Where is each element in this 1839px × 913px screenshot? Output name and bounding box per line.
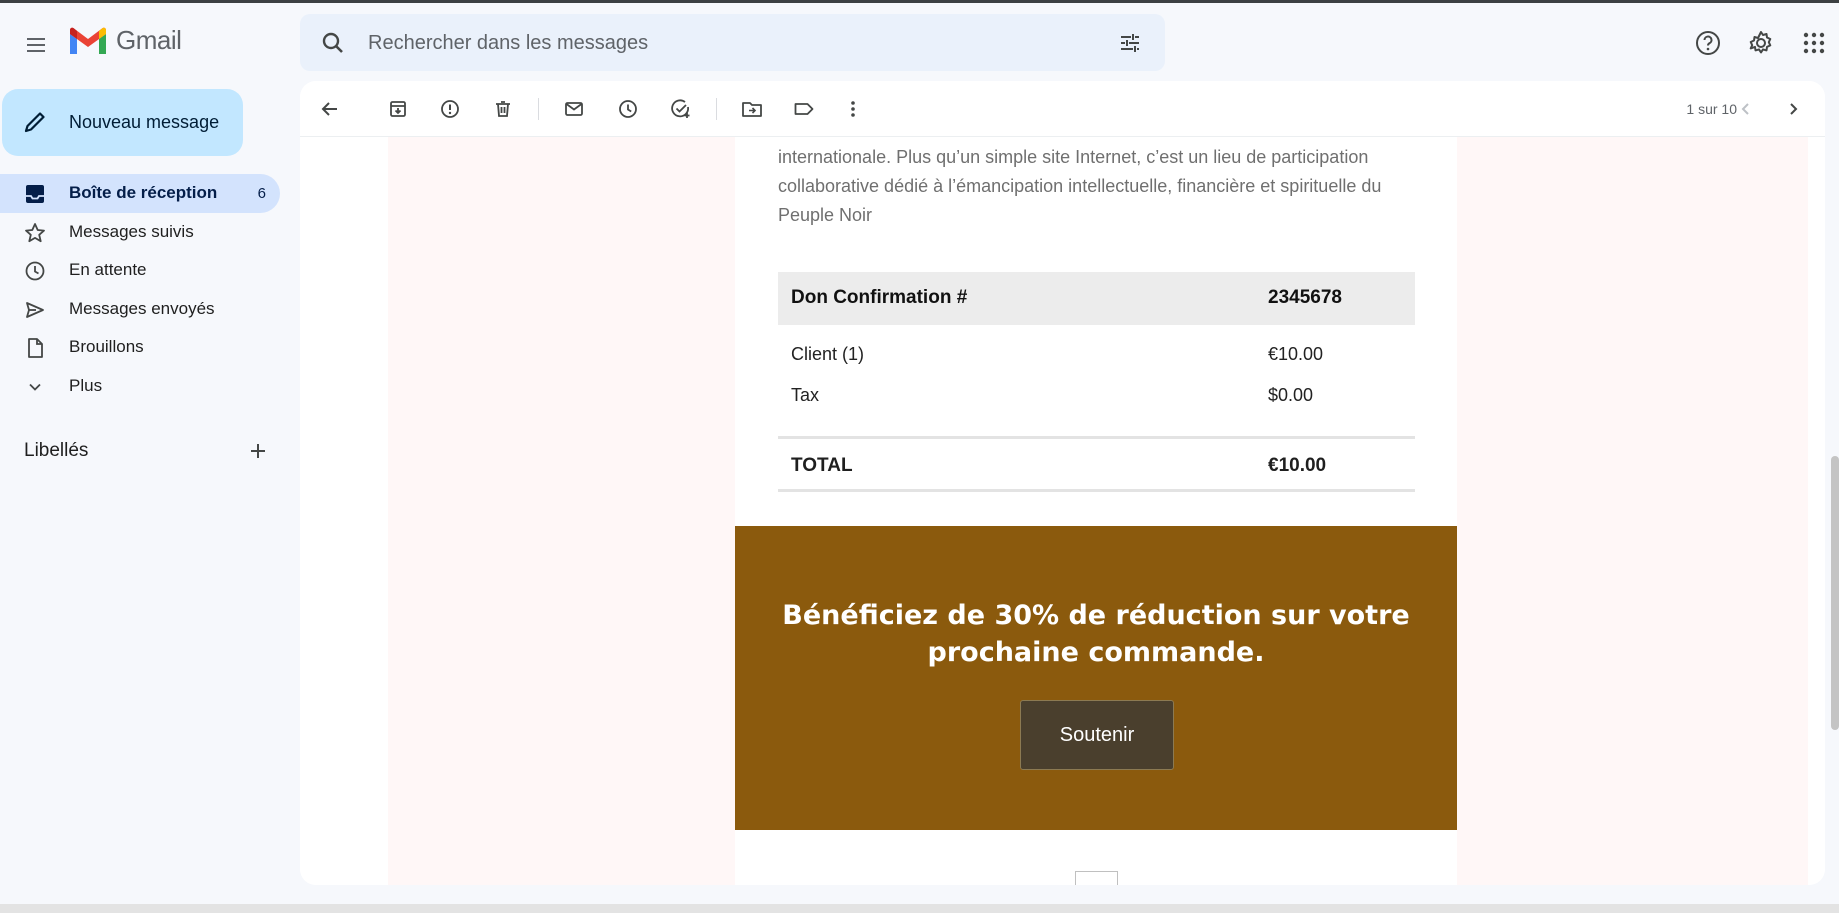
report-spam-icon[interactable] [436, 95, 464, 123]
row-label: Tax [791, 385, 820, 405]
move-to-folder-icon[interactable] [738, 95, 766, 123]
sidebar-item-label: Plus [69, 375, 103, 395]
total-value: €10.00 [1268, 455, 1327, 476]
compose-button[interactable]: Nouveau message [2, 89, 243, 156]
promo-banner: Bénéficiez de 30% de réduction sur votre… [735, 526, 1457, 830]
draft-icon [24, 337, 46, 359]
message-toolbar: 1 sur 10 [300, 81, 1825, 137]
next-chevron-icon[interactable] [1779, 95, 1807, 123]
more-vertical-icon[interactable] [839, 95, 867, 123]
sidebar-item-drafts[interactable]: Brouillons [0, 328, 280, 367]
unread-count-badge: 6 [257, 184, 266, 202]
plus-icon [251, 444, 265, 458]
broken-image-icon [1075, 871, 1118, 885]
previous-chevron-icon[interactable] [1732, 95, 1760, 123]
delete-trash-icon[interactable] [489, 95, 517, 123]
hamburger-icon [27, 38, 45, 52]
search-options-icon[interactable] [1115, 28, 1145, 58]
mark-unread-mail-icon[interactable] [560, 95, 588, 123]
sidebar-item-label: Messages envoyés [69, 298, 215, 318]
search-bar[interactable] [300, 14, 1165, 71]
add-task-icon[interactable] [667, 95, 695, 123]
inbox-icon [24, 183, 46, 205]
intro-paragraph: internationale. Plus qu’un simple site I… [778, 147, 1382, 225]
compose-label: Nouveau message [69, 112, 220, 132]
support-button[interactable]: Soutenir [1020, 700, 1174, 770]
row-label: Client (1) [791, 344, 865, 364]
add-label-button[interactable] [245, 438, 271, 464]
archive-icon[interactable] [384, 95, 412, 123]
pagination-text: 1 sur 10 [1686, 101, 1737, 117]
sidebar-item-label: Boîte de réception [69, 183, 218, 203]
sidebar-item-snoozed[interactable]: En attente [0, 251, 280, 290]
search-input[interactable] [368, 26, 1068, 60]
promo-title: Bénéficiez de 30% de réduction sur votre… [782, 600, 1410, 668]
row-value: $0.00 [1268, 385, 1314, 405]
sidebar-item-more[interactable]: Plus [0, 367, 280, 406]
row-value: €10.00 [1268, 344, 1324, 364]
table-row: Tax $0.00 [778, 375, 1415, 416]
back-arrow-icon[interactable] [316, 95, 344, 123]
gmail-logo[interactable]: Gmail [68, 25, 182, 56]
settings-gear-icon[interactable] [1743, 25, 1779, 61]
label-tag-icon[interactable] [790, 95, 818, 123]
help-icon[interactable] [1690, 25, 1726, 61]
sidebar-item-sent[interactable]: Messages envoyés [0, 290, 280, 329]
sidebar-item-label: En attente [69, 260, 147, 280]
main-menu-button[interactable] [16, 25, 56, 65]
apps-grid-icon[interactable] [1796, 25, 1832, 61]
snooze-clock-icon[interactable] [614, 95, 642, 123]
table-row: Client (1) €10.00 [778, 334, 1415, 375]
labels-heading: Libellés [24, 440, 89, 461]
message-view: 1 sur 10 internationale. Plus qu’un simp… [300, 81, 1825, 885]
app-name: Gmail [116, 25, 182, 55]
table-header: Don Confirmation # 2345678 [778, 272, 1415, 325]
pencil-icon [24, 112, 45, 133]
toolbar-divider [538, 98, 539, 120]
donation-table: Don Confirmation # 2345678 Client (1) €1… [778, 272, 1415, 492]
chevron-down-icon [24, 376, 46, 398]
gmail-m-icon [70, 27, 106, 54]
header-value: 2345678 [1268, 287, 1342, 308]
email-content: internationale. Plus qu’un simple site I… [735, 137, 1457, 885]
send-icon [24, 299, 46, 321]
scrollbar-thumb[interactable] [1831, 456, 1839, 730]
header: Gmail [0, 3, 1839, 79]
sidebar-item-label: Messages suivis [69, 221, 194, 241]
table-total-row: TOTAL €10.00 [778, 436, 1415, 492]
total-label: TOTAL [791, 455, 853, 476]
bottom-edge [0, 904, 1839, 913]
sidebar-item-starred[interactable]: Messages suivis [0, 213, 280, 252]
header-label: Don Confirmation # [791, 287, 968, 308]
sidebar-nav: Boîte de réception 6 Messages suivis En … [0, 174, 280, 405]
sidebar-item-label: Brouillons [69, 337, 144, 357]
search-icon[interactable] [318, 28, 348, 58]
message-body: internationale. Plus qu’un simple site I… [300, 137, 1825, 885]
toolbar-divider [716, 98, 717, 120]
clock-icon [24, 260, 46, 282]
sidebar-item-inbox[interactable]: Boîte de réception 6 [0, 174, 280, 213]
star-icon [24, 222, 46, 244]
